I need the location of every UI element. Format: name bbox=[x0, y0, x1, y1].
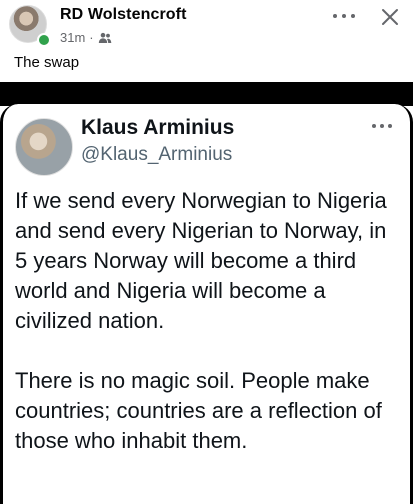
friends-icon bbox=[98, 32, 112, 44]
tweet-more-icon bbox=[372, 124, 392, 128]
tweet-author-name: Klaus Arminius bbox=[81, 116, 235, 139]
more-horizontal-icon[interactable] bbox=[333, 8, 355, 24]
close-icon[interactable] bbox=[379, 6, 401, 28]
tweet-paragraph: If we send every Norwegian to Nigeria an… bbox=[15, 188, 387, 333]
post-meta: 31m · bbox=[60, 30, 112, 45]
meta-separator: · bbox=[89, 30, 94, 45]
online-status-dot bbox=[37, 33, 51, 47]
author-name[interactable]: RD Wolstencroft bbox=[60, 6, 187, 24]
tweet-body: If we send every Norwegian to Nigeria an… bbox=[15, 186, 400, 486]
tweet-author-handle: @Klaus_Arminius bbox=[81, 144, 233, 165]
post-time[interactable]: 31m bbox=[60, 30, 85, 45]
tweet-avatar bbox=[15, 118, 73, 176]
post-caption: The swap bbox=[14, 54, 80, 71]
tweet-paragraph: There is no magic soil. People make coun… bbox=[15, 368, 382, 453]
post-header: RD Wolstencroft 31m · The swap bbox=[0, 0, 413, 80]
author-avatar[interactable] bbox=[9, 5, 51, 47]
screenshot-top-band bbox=[0, 82, 413, 106]
tweet-screenshot[interactable]: Klaus Arminius @Klaus_Arminius If we sen… bbox=[0, 104, 413, 504]
